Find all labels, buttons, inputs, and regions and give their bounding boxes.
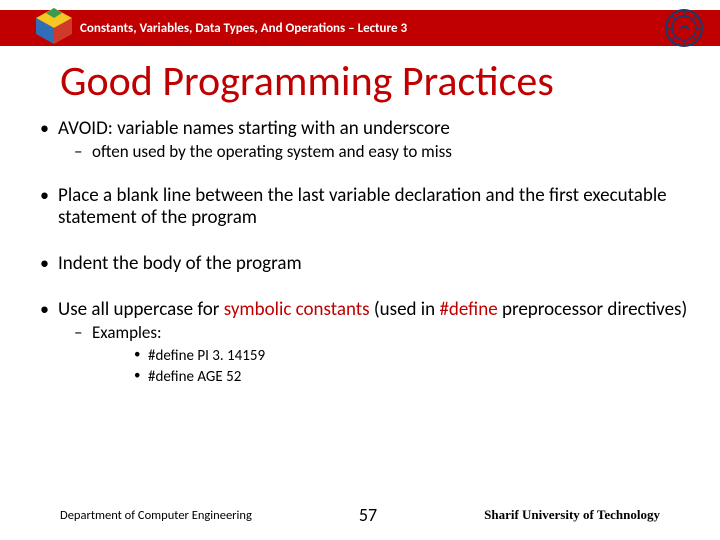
example-define-age: #define AGE 52 bbox=[92, 367, 692, 387]
frag-define: #define bbox=[439, 298, 497, 321]
frag-symbolic-constants: symbolic constants bbox=[224, 298, 370, 321]
bullet-blank-line: Place a blank line between the last vari… bbox=[36, 185, 692, 229]
bullet-text: AVOID: variable names starting with an u… bbox=[58, 117, 450, 140]
seal-icon bbox=[664, 8, 704, 48]
puzzle-cube-icon bbox=[32, 4, 76, 48]
lecture-breadcrumb: Constants, Variables, Data Types, And Op… bbox=[80, 21, 407, 36]
slide-body: AVOID: variable names starting with an u… bbox=[36, 118, 692, 411]
slide-title: Good Programming Practices bbox=[60, 56, 554, 107]
frag: Use all uppercase for bbox=[58, 298, 224, 321]
footer-page-number: 57 bbox=[359, 504, 377, 526]
bullet-uppercase: Use all uppercase for symbolic constants… bbox=[36, 299, 692, 387]
bullet-indent: Indent the body of the program bbox=[36, 253, 692, 275]
header-bar: Constants, Variables, Data Types, And Op… bbox=[0, 10, 720, 46]
sub-bullet: often used by the operating system and e… bbox=[58, 142, 692, 162]
footer-university: Sharif University of Technology bbox=[484, 507, 660, 523]
footer-department: Department of Computer Engineering bbox=[60, 508, 252, 523]
slide-footer: Department of Computer Engineering 57 Sh… bbox=[0, 504, 720, 526]
frag: preprocessor directives) bbox=[498, 298, 688, 321]
frag: (used in bbox=[370, 298, 440, 321]
examples-label: Examples: #define PI 3. 14159 #define AG… bbox=[58, 323, 692, 387]
sub-label: Examples: bbox=[92, 322, 162, 343]
bullet-avoid: AVOID: variable names starting with an u… bbox=[36, 118, 692, 161]
example-define-pi: #define PI 3. 14159 bbox=[92, 346, 692, 366]
